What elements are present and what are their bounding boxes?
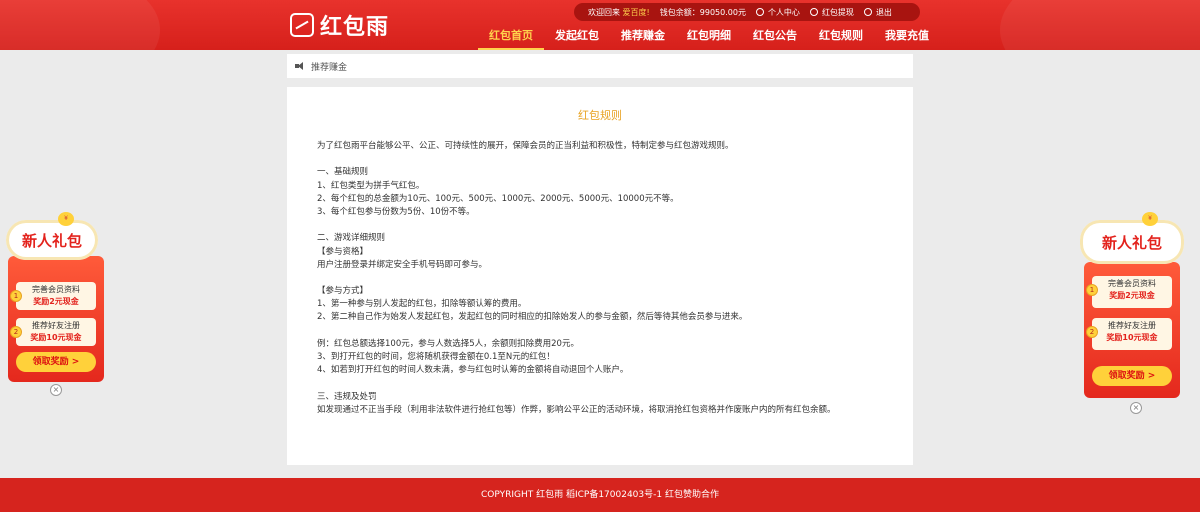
new-user-gift-badge: 新人礼包 xyxy=(6,220,98,260)
rules-line xyxy=(317,272,897,285)
nav-rules[interactable]: 红包规则 xyxy=(808,26,874,50)
promo-task-reward: 奖励10元现金 xyxy=(1106,333,1158,342)
site-logo[interactable]: 红包雨 xyxy=(290,12,390,40)
promo-task-reward: 奖励10元现金 xyxy=(30,333,82,342)
copyright-text: COPYRIGHT 红包雨 稻ICP备17002403号-1 红包赞助合作 xyxy=(481,490,719,500)
user-center-link[interactable]: 个人中心 xyxy=(755,7,800,18)
rules-line: 3、每个红包参与份数为5份、10份不等。 xyxy=(317,206,475,217)
balance-label: 钱包余额： xyxy=(659,7,700,17)
promo-left: 1 完善会员资料 奖励2元现金 2 推荐好友注册 奖励10元现金 领取奖励 > … xyxy=(6,212,108,402)
rules-line xyxy=(317,219,897,232)
promo-task-reward: 奖励2元现金 xyxy=(1109,291,1155,300)
withdraw-label: 红包提现 xyxy=(821,7,854,17)
nav-recharge[interactable]: 我要充值 xyxy=(874,26,940,50)
promo-task-referral[interactable]: 2 推荐好友注册 奖励10元现金 xyxy=(1086,318,1172,350)
withdraw-icon xyxy=(809,8,818,16)
promo-task-title: 推荐好友注册 xyxy=(32,321,80,330)
rules-line: 一、基础规则 xyxy=(317,167,369,178)
user-bar: 欢迎回来 爱百度! 钱包余额： 99050.00元 个人中心 红包提现 退出 xyxy=(574,3,920,21)
rules-line: 二、游戏详细规则 xyxy=(317,233,386,244)
power-icon xyxy=(863,8,872,16)
site-header: 红包雨 欢迎回来 爱百度! 钱包余额： 99050.00元 个人中心 红包提现 … xyxy=(0,0,1200,50)
rules-line: 例：红包总额选择100元，参与人数选择5人，余额则扣除费用20元。 xyxy=(317,338,579,349)
welcome-text: 欢迎回来 爱百度! xyxy=(588,7,650,18)
promo-step-number: 2 xyxy=(10,326,22,338)
rules-title: 红包规则 xyxy=(578,109,622,122)
rules-line xyxy=(317,325,897,338)
rules-panel: 红包规则 为了红包雨平台能够公平、公正、可持续性的展开，保障会员的正当利益和积极… xyxy=(287,87,913,465)
promo-task-referral[interactable]: 2 推荐好友注册 奖励10元现金 xyxy=(10,318,96,346)
rules-line: 1、红包类型为拼手气红包。 xyxy=(317,180,425,191)
promo-task-title: 完善会员资料 xyxy=(1108,279,1156,288)
withdraw-link[interactable]: 红包提现 xyxy=(809,7,854,18)
promo-step-number: 2 xyxy=(1086,326,1098,338)
close-icon[interactable]: × xyxy=(1130,402,1142,414)
promo-panel: 1 完善会员资料 奖励2元现金 2 推荐好友注册 奖励10元现金 领取奖励 > xyxy=(8,256,104,382)
promo-right: 1 完善会员资料 奖励2元现金 2 推荐好友注册 奖励10元现金 领取奖励 > … xyxy=(1080,212,1184,416)
rules-line: 4、如若到打开红包的时间人数未满，参与红包时认筹的金额将自动退回个人账户。 xyxy=(317,365,629,376)
nav-referral[interactable]: 推荐赚金 xyxy=(610,26,676,50)
rules-line: 3、到打开红包的时间，您将随机获得金额在0.1至N元的红包！ xyxy=(317,352,555,362)
promo-step-number: 1 xyxy=(10,290,22,302)
rules-line: 【参与方式】 xyxy=(317,286,369,297)
logout-link[interactable]: 退出 xyxy=(863,7,892,18)
claim-reward-button[interactable]: 领取奖励 > xyxy=(16,352,96,372)
rules-line: 三、违规及处罚 xyxy=(317,391,377,402)
promo-task-title: 完善会员资料 xyxy=(32,285,80,294)
rules-line: 用户注册登录并绑定安全手机号码即可参与。 xyxy=(317,259,488,270)
close-icon[interactable]: × xyxy=(50,384,62,396)
promo-task-profile[interactable]: 1 完善会员资料 奖励2元现金 xyxy=(1086,276,1172,308)
welcome-label: 欢迎回来 xyxy=(588,7,620,17)
rules-line: 【参与资格】 xyxy=(317,246,369,257)
promo-task-profile[interactable]: 1 完善会员资料 奖励2元现金 xyxy=(10,282,96,310)
rules-line: 2、每个红包的总金额为10元、100元、500元、1000元、2000元、500… xyxy=(317,193,679,204)
user-center-label: 个人中心 xyxy=(767,7,800,17)
user-icon xyxy=(755,8,764,16)
main-nav: 红包首页 发起红包 推荐赚金 红包明细 红包公告 红包规则 我要充值 xyxy=(478,26,940,50)
promo-task-title: 推荐好友注册 xyxy=(1108,321,1156,330)
speaker-icon xyxy=(295,62,304,70)
rules-line: 为了红包雨平台能够公平、公正、可持续性的展开，保障会员的正当利益和积极性，特制定… xyxy=(317,141,734,151)
notice-bar: 推荐赚金 xyxy=(287,54,913,78)
promo-step-number: 1 xyxy=(1086,284,1098,296)
nav-create-redpacket[interactable]: 发起红包 xyxy=(544,26,610,50)
username[interactable]: 爱百度! xyxy=(623,7,650,18)
rules-line: 2、第二种自己作为始发人发起红包，发起红包的同时相应的扣除始发人的参与金额，然后… xyxy=(317,312,748,323)
wallet-balance: 钱包余额： 99050.00元 xyxy=(660,7,746,18)
coin-icon: ¥ xyxy=(58,212,74,226)
rules-line xyxy=(317,377,897,390)
nav-details[interactable]: 红包明细 xyxy=(676,26,742,50)
logo-icon xyxy=(290,13,314,37)
notice-text[interactable]: 推荐赚金 xyxy=(311,60,347,73)
rules-line xyxy=(317,153,897,166)
logo-text: 红包雨 xyxy=(320,14,390,40)
rules-body: 为了红包雨平台能够公平、公正、可持续性的展开，保障会员的正当利益和积极性，特制定… xyxy=(317,140,897,417)
balance-value: 99050.00元 xyxy=(699,7,746,17)
rules-line: 如发现通过不正当手段（利用非法软件进行抢红包等）作弊，影响公平公正的活动环境，将… xyxy=(317,404,836,415)
promo-task-reward: 奖励2元现金 xyxy=(33,297,79,306)
nav-announcements[interactable]: 红包公告 xyxy=(742,26,808,50)
nav-home[interactable]: 红包首页 xyxy=(478,26,544,50)
claim-reward-button[interactable]: 领取奖励 > xyxy=(1092,366,1172,386)
coin-icon: ¥ xyxy=(1142,212,1158,226)
rules-line: 1、第一种参与别人发起的红包，扣除等额认筹的费用。 xyxy=(317,299,527,310)
new-user-gift-badge: 新人礼包 xyxy=(1080,220,1184,264)
promo-panel: 1 完善会员资料 奖励2元现金 2 推荐好友注册 奖励10元现金 领取奖励 > xyxy=(1084,262,1180,398)
logout-label: 退出 xyxy=(875,7,892,17)
site-footer: COPYRIGHT 红包雨 稻ICP备17002403号-1 红包赞助合作 xyxy=(0,478,1200,512)
